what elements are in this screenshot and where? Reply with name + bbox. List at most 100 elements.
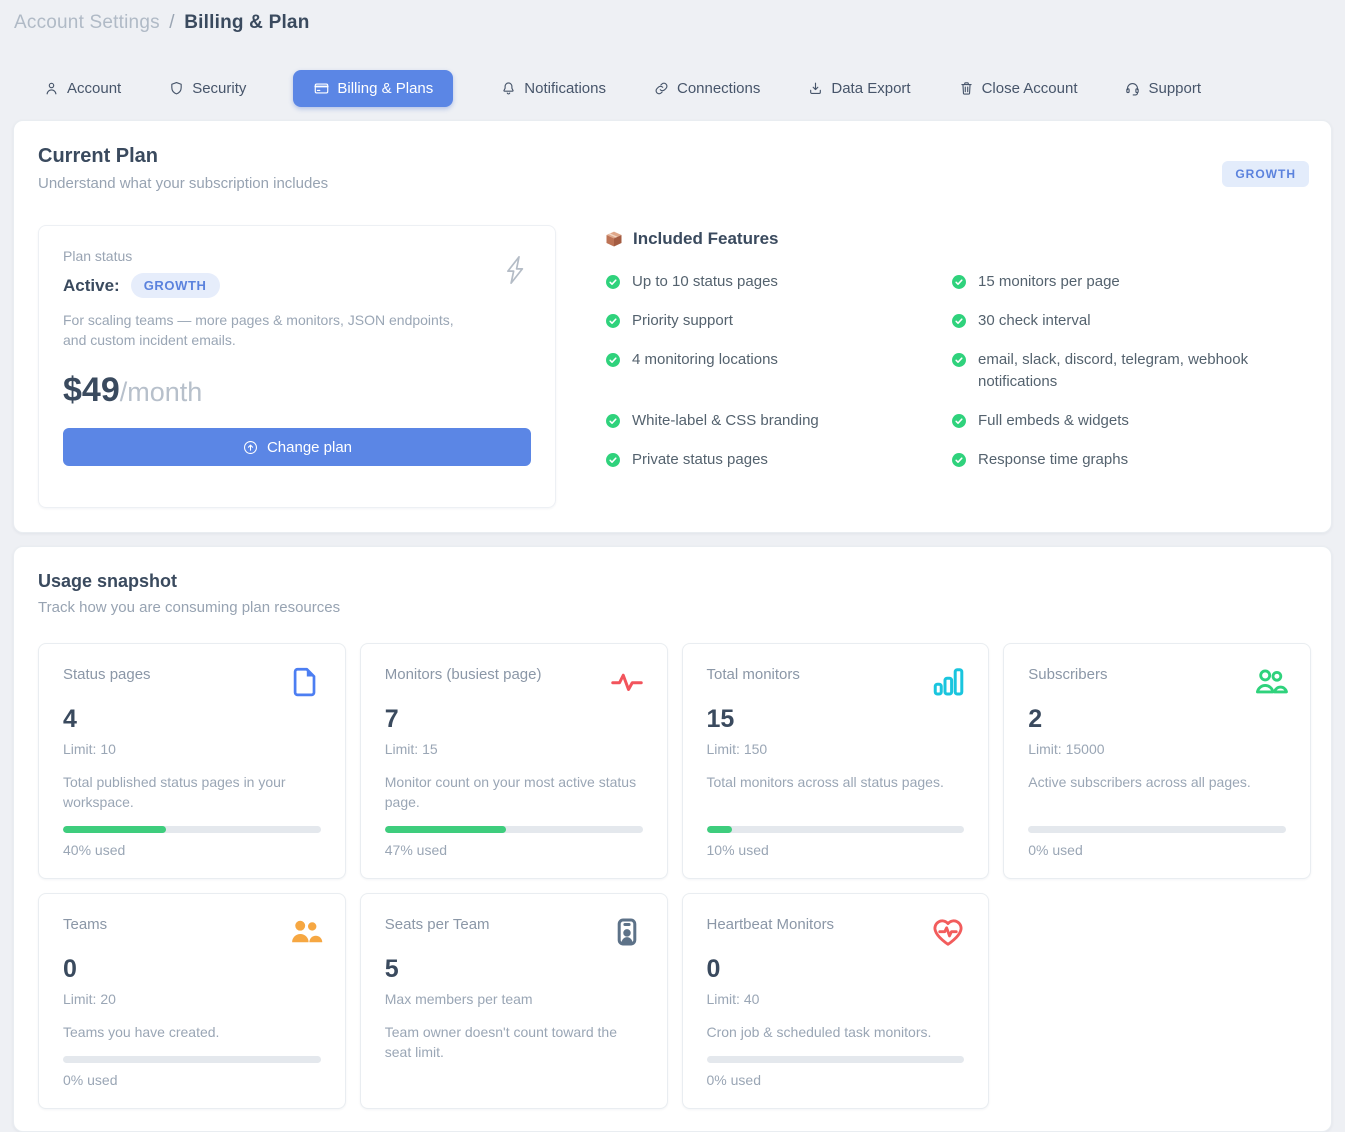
feature-item: Full embeds & widgets xyxy=(950,410,1250,432)
usage-card-percent: 40% used xyxy=(63,842,321,858)
check-circle-icon xyxy=(604,312,622,330)
tab-account[interactable]: Account xyxy=(43,80,121,97)
plan-status-card: Plan status Active: GROWTH For scaling t… xyxy=(38,225,556,508)
plan-description: For scaling teams — more pages & monitor… xyxy=(63,310,473,350)
tab-label: Security xyxy=(192,80,246,97)
shield-icon xyxy=(168,80,185,97)
plan-status-label: Plan status xyxy=(63,248,531,264)
usage-card-description: Monitor count on your most active status… xyxy=(385,772,643,812)
usage-card-percent: 0% used xyxy=(1028,842,1286,858)
progress-fill xyxy=(707,826,733,833)
usage-card-title: Heartbeat Monitors xyxy=(707,916,835,933)
usage-card-limit: Limit: 40 xyxy=(707,991,965,1007)
file-icon xyxy=(287,664,323,700)
usage-card-title: Status pages xyxy=(63,666,151,683)
tab-label: Billing & Plans xyxy=(337,80,433,97)
price-amount: $49 xyxy=(63,371,120,409)
page-title: Billing & Plan xyxy=(184,12,309,33)
usage-card-title: Teams xyxy=(63,916,107,933)
tab-security[interactable]: Security xyxy=(168,80,246,97)
bolt-icon xyxy=(501,254,529,286)
usage-card-value: 0 xyxy=(63,955,321,984)
usage-card-description: Active subscribers across all pages. xyxy=(1028,772,1286,792)
usage-card-status-pages: Status pages 4 Limit: 10 Total published… xyxy=(38,643,346,879)
feature-item: 4 monitoring locations xyxy=(604,349,904,393)
pulse-icon xyxy=(609,664,645,700)
usage-card-value: 2 xyxy=(1028,705,1286,734)
current-plan-title: Current Plan xyxy=(38,145,1307,168)
users-filled-icon xyxy=(287,914,323,950)
usage-card-limit: Max members per team xyxy=(385,991,643,1007)
feature-item: Private status pages xyxy=(604,449,904,471)
feature-item: Up to 10 status pages xyxy=(604,271,904,293)
progress-fill xyxy=(63,826,166,833)
progress-track xyxy=(707,826,965,833)
check-circle-icon xyxy=(604,351,622,369)
usage-card-title: Subscribers xyxy=(1028,666,1107,683)
tab-connections[interactable]: Connections xyxy=(653,80,760,97)
feature-item: email, slack, discord, telegram, webhook… xyxy=(950,349,1250,393)
price-period: /month xyxy=(120,377,203,407)
usage-card-description: Total published status pages in your wor… xyxy=(63,772,321,812)
users-outline-icon xyxy=(1252,664,1288,700)
usage-card-description: Total monitors across all status pages. xyxy=(707,772,965,792)
breadcrumb-section[interactable]: Account Settings xyxy=(14,12,160,33)
tab-billing-plans[interactable]: Billing & Plans xyxy=(293,70,453,107)
usage-card-limit: Limit: 15000 xyxy=(1028,741,1286,757)
plan-price: $49/month xyxy=(63,371,531,410)
usage-card-monitors-busiest: Monitors (busiest page) 7 Limit: 15 Moni… xyxy=(360,643,668,879)
check-circle-icon xyxy=(604,412,622,430)
feature-item: 15 monitors per page xyxy=(950,271,1250,293)
included-features: Included Features Up to 10 status pages … xyxy=(556,225,1307,508)
billing-page: Account Settings / Billing & Plan Accoun… xyxy=(0,0,1345,1132)
progress-track xyxy=(63,1056,321,1063)
usage-card-description: Teams you have created. xyxy=(63,1022,321,1042)
progress-track xyxy=(1028,826,1286,833)
check-circle-icon xyxy=(604,273,622,291)
usage-card-total-monitors: Total monitors 15 Limit: 150 Total monit… xyxy=(682,643,990,879)
tab-label: Connections xyxy=(677,80,760,97)
feature-item: Priority support xyxy=(604,310,904,332)
usage-card-percent: 0% used xyxy=(63,1072,321,1088)
usage-card-description: Cron job & scheduled task monitors. xyxy=(707,1022,965,1042)
check-circle-icon xyxy=(604,451,622,469)
features-heading: Included Features xyxy=(633,229,778,249)
usage-card-percent: 10% used xyxy=(707,842,965,858)
package-icon xyxy=(604,229,624,249)
headset-icon xyxy=(1124,80,1141,97)
usage-card-value: 7 xyxy=(385,705,643,734)
usage-card-teams: Teams 0 Limit: 20 Teams you have created… xyxy=(38,893,346,1109)
settings-tabs: Account Security Billing & Plans Notific… xyxy=(43,69,1332,107)
heart-pulse-icon xyxy=(930,914,966,950)
feature-item: White-label & CSS branding xyxy=(604,410,904,432)
check-circle-icon xyxy=(950,312,968,330)
change-plan-button[interactable]: Change plan xyxy=(63,428,531,466)
usage-snapshot-card: Usage snapshot Track how you are consumi… xyxy=(13,546,1332,1132)
tab-notifications[interactable]: Notifications xyxy=(500,80,606,97)
plan-status-value: Active: xyxy=(63,276,120,296)
link-icon xyxy=(653,80,670,97)
check-circle-icon xyxy=(950,273,968,291)
plan-tier-badge: GROWTH xyxy=(131,273,220,298)
tab-close-account[interactable]: Close Account xyxy=(958,80,1078,97)
progress-fill xyxy=(385,826,506,833)
tab-data-export[interactable]: Data Export xyxy=(807,80,910,97)
tab-label: Account xyxy=(67,80,121,97)
usage-card-value: 4 xyxy=(63,705,321,734)
check-circle-icon xyxy=(950,412,968,430)
plan-badge: GROWTH xyxy=(1222,161,1309,187)
usage-card-title: Monitors (busiest page) xyxy=(385,666,542,683)
progress-track xyxy=(707,1056,965,1063)
usage-card-description: Team owner doesn't count toward the seat… xyxy=(385,1022,643,1062)
tab-label: Close Account xyxy=(982,80,1078,97)
current-plan-card: Current Plan Understand what your subscr… xyxy=(13,120,1332,533)
usage-card-limit: Limit: 15 xyxy=(385,741,643,757)
usage-card-title: Total monitors xyxy=(707,666,800,683)
usage-card-percent: 0% used xyxy=(707,1072,965,1088)
usage-card-limit: Limit: 150 xyxy=(707,741,965,757)
usage-card-value: 0 xyxy=(707,955,965,984)
usage-card-seats-per-team: Seats per Team 5 Max members per team Te… xyxy=(360,893,668,1109)
tab-support[interactable]: Support xyxy=(1124,80,1201,97)
check-circle-icon xyxy=(950,451,968,469)
usage-subtitle: Track how you are consuming plan resourc… xyxy=(38,599,1311,616)
